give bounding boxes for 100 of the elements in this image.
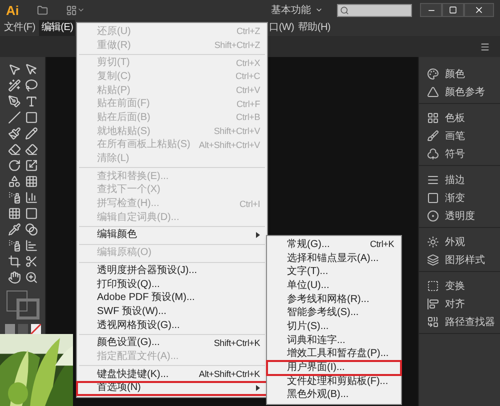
rotate-icon[interactable] bbox=[8, 159, 20, 172]
menu-item-label: SWF 预设(W)... bbox=[97, 306, 166, 317]
panel-button[interactable]: 对齐 bbox=[419, 295, 500, 313]
eraser-icon[interactable] bbox=[24, 143, 38, 156]
symbol-sprayer-icon[interactable] bbox=[8, 239, 20, 252]
shortcut-text: Ctrl+B bbox=[236, 113, 260, 122]
menu-item-label: 贴在前面(F) bbox=[97, 99, 150, 110]
menu-item-label: 粘贴(P) bbox=[97, 86, 130, 96]
menu-item[interactable]: 键盘快捷键(K)... Alt+Shift+Ctrl+K bbox=[77, 368, 267, 382]
menu-item[interactable]: 切片(S)... bbox=[267, 320, 401, 334]
menu-item[interactable]: 参考线和网格(R)... bbox=[267, 292, 401, 306]
blend-icon[interactable] bbox=[24, 223, 38, 236]
menu-item-label: 指定配置文件(A)... bbox=[97, 352, 179, 362]
menu-item[interactable]: 增效工具和暂存盘(P)... bbox=[267, 348, 401, 362]
magic-wand-icon[interactable] bbox=[8, 79, 20, 92]
color-mode-icon[interactable] bbox=[4, 324, 40, 334]
club-icon bbox=[427, 148, 439, 160]
panel-label: 画笔 bbox=[445, 130, 465, 144]
menu-item[interactable]: 文字(T)... bbox=[267, 265, 401, 280]
panel-label: 渐变 bbox=[445, 192, 465, 206]
menu-item[interactable]: 透明度拼合器预设(J)... bbox=[77, 264, 267, 278]
shortcut-text: Shift+Ctrl+Z bbox=[214, 41, 260, 50]
menu-item-label: 常规(G)... bbox=[287, 240, 330, 250]
appearance-icon bbox=[427, 236, 439, 248]
menu-item[interactable]: 单位(U)... bbox=[267, 279, 401, 293]
menu-item-label: 词典和连字... bbox=[287, 336, 346, 346]
panel-button[interactable]: 图形样式 bbox=[419, 251, 500, 269]
menu-item-label: 黑色外观(B)... bbox=[287, 390, 349, 400]
panel-label: 路径查找器 bbox=[445, 316, 495, 330]
panel-button[interactable]: 路径查找器 bbox=[419, 313, 500, 331]
menu-item-label: 就地粘贴(S) bbox=[97, 126, 150, 137]
panel-button[interactable]: 色板 bbox=[419, 109, 500, 127]
panel-button[interactable]: 变换 bbox=[419, 277, 500, 295]
rectangle-icon[interactable] bbox=[24, 111, 38, 124]
menu-bar-item[interactable]: 帮助(H) bbox=[296, 20, 332, 36]
panel-button[interactable]: 画笔 bbox=[419, 127, 500, 145]
menu-item[interactable]: 黑色外观(B)... bbox=[267, 388, 401, 402]
menu-item-label: 查找和替换(E)... bbox=[97, 172, 169, 182]
line-icon[interactable] bbox=[8, 111, 20, 124]
menu-item[interactable]: 透视网格预设(G)... bbox=[77, 318, 267, 332]
direct-selection-arrow-icon[interactable] bbox=[24, 63, 38, 76]
brush-icon bbox=[427, 130, 439, 142]
menu-item[interactable]: 智能参考线(S)... bbox=[267, 306, 401, 320]
menu-item[interactable]: 词典和连字... bbox=[267, 334, 401, 348]
menu-bar-item[interactable]: 编辑(E) bbox=[39, 20, 76, 36]
panel-label: 颜色参考 bbox=[445, 86, 485, 100]
search-icon bbox=[340, 6, 349, 14]
pathfinder-icon bbox=[427, 316, 439, 328]
shortcut-text: Ctrl+Z bbox=[236, 27, 260, 36]
scale-icon[interactable] bbox=[24, 159, 38, 172]
menu-item[interactable]: 编辑颜色 bbox=[77, 228, 267, 242]
menu-item[interactable]: 选择和锚点显示(A)... bbox=[267, 252, 401, 266]
paintbrush-icon[interactable] bbox=[8, 127, 20, 140]
panel-button[interactable]: 透明度 bbox=[419, 207, 500, 225]
eyedropper-icon[interactable] bbox=[8, 223, 20, 236]
caret-icon[interactable] bbox=[77, 6, 85, 14]
menu-item[interactable]: 常规(G)... Ctrl+K bbox=[267, 238, 401, 252]
pen-icon[interactable] bbox=[8, 95, 20, 108]
workspace-dropdown[interactable]: 基本功能 bbox=[271, 2, 323, 18]
triangle-icon bbox=[427, 86, 439, 98]
type-icon[interactable] bbox=[24, 95, 38, 108]
graph-icon[interactable] bbox=[24, 191, 38, 204]
arrange-documents-icon[interactable] bbox=[66, 4, 77, 16]
shortcut-text: Ctrl+X bbox=[236, 58, 260, 68]
menu-bar-item[interactable]: 口(W) bbox=[267, 20, 296, 36]
search-field[interactable] bbox=[337, 4, 412, 16]
maximize-button[interactable] bbox=[442, 3, 464, 17]
menu-item[interactable]: 用户界面(I)... bbox=[267, 361, 401, 375]
folder-icon[interactable] bbox=[37, 4, 48, 16]
slice-icon[interactable] bbox=[24, 255, 38, 268]
menu-item-label: 拼写检查(H)... bbox=[97, 199, 160, 210]
panel-button[interactable]: 符号 bbox=[419, 145, 500, 163]
menu-item-label: 打印预设(Q)... bbox=[97, 280, 160, 290]
menu-item[interactable]: 打印预设(Q)... bbox=[77, 278, 267, 292]
panel-button[interactable]: 颜色 bbox=[419, 65, 500, 83]
menu-item[interactable]: SWF 预设(W)... bbox=[77, 305, 267, 319]
hand-icon[interactable] bbox=[8, 271, 20, 284]
menu-bar-item[interactable]: 文件(F) bbox=[2, 20, 38, 36]
palette-icon bbox=[427, 68, 439, 80]
selection-arrow-icon[interactable] bbox=[8, 63, 20, 76]
menu-item-label: 颜色设置(G)... bbox=[97, 338, 160, 348]
panel-button[interactable]: 描边 bbox=[419, 171, 500, 189]
menu-item-label: 透视网格预设(G)... bbox=[97, 320, 180, 331]
menu-item[interactable]: 颜色设置(G)... Shift+Ctrl+K bbox=[77, 336, 267, 350]
shortcut-text: Ctrl+F bbox=[236, 100, 260, 109]
panel-menu-icon[interactable] bbox=[480, 42, 490, 52]
spray-icon[interactable] bbox=[8, 191, 20, 204]
menu-item[interactable]: Adobe PDF 预设(M)... bbox=[77, 291, 267, 306]
panel-label: 描边 bbox=[445, 174, 465, 188]
shortcut-text: Alt+Shift+Ctrl+V bbox=[198, 140, 260, 150]
panel-button[interactable]: 颜色参考 bbox=[419, 83, 500, 101]
lasso-icon[interactable] bbox=[24, 79, 38, 92]
panel-button[interactable]: 外观 bbox=[419, 233, 500, 251]
panel-button[interactable]: 渐变 bbox=[419, 189, 500, 207]
zoom-icon[interactable] bbox=[24, 271, 38, 284]
submenu-arrow-icon bbox=[256, 385, 260, 392]
menu-item[interactable]: 文件处理和剪贴板(F)... bbox=[267, 374, 401, 389]
close-button[interactable] bbox=[464, 3, 494, 17]
mesh-icon[interactable] bbox=[8, 207, 20, 220]
pencil-icon[interactable] bbox=[24, 127, 38, 140]
